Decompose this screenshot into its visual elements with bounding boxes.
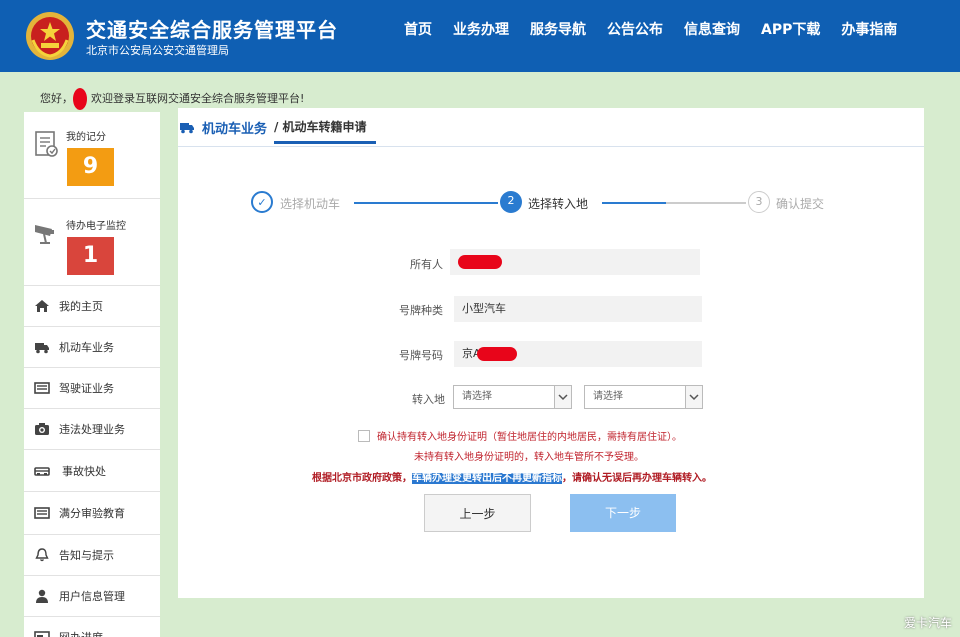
main-nav: 首页 业务办理 服务导航 公告公布 信息查询 APP下载 办事指南 bbox=[404, 19, 897, 39]
sidebar-item-license[interactable]: 驾驶证业务 bbox=[24, 368, 160, 409]
site-subtitle: 北京市公安局公安交通管理局 bbox=[86, 44, 229, 57]
redacted-plate-number bbox=[476, 347, 517, 361]
sidebar-item-notice[interactable]: 告知与提示 bbox=[24, 535, 160, 576]
chevron-down-icon bbox=[554, 386, 571, 408]
score-document-icon bbox=[35, 131, 58, 157]
step-3-number: 3 bbox=[748, 191, 770, 213]
sidebar-item-vehicle[interactable]: 机动车业务 bbox=[24, 327, 160, 368]
watermark-text: 爱卡汽车 bbox=[903, 616, 952, 630]
chevron-down-icon bbox=[685, 386, 702, 408]
sidebar-item-label: 告知与提示 bbox=[59, 549, 114, 562]
nav-info-query[interactable]: 信息查询 bbox=[684, 19, 740, 39]
step-3-label: 确认提交 bbox=[776, 197, 825, 211]
step-line-1 bbox=[354, 202, 498, 204]
destination-label: 转入地 bbox=[412, 393, 445, 406]
license-card-icon bbox=[34, 382, 50, 394]
police-emblem-icon bbox=[26, 12, 74, 60]
redacted-username bbox=[73, 88, 87, 110]
step-2-number: 2 bbox=[500, 191, 522, 213]
welcome-prefix: 您好， bbox=[40, 92, 73, 105]
warning-text: 未持有转入地身份证明的，转入地车管所不予受理。 bbox=[414, 452, 644, 463]
sidebar-item-accident[interactable]: 事故快处 bbox=[24, 450, 160, 492]
car-crash-icon bbox=[34, 466, 50, 476]
truck-icon bbox=[180, 123, 194, 134]
sidebar-item-label: 违法处理业务 bbox=[59, 423, 125, 436]
step-2-label: 选择转入地 bbox=[528, 197, 589, 211]
sidebar-item-home[interactable]: 我的主页 bbox=[24, 286, 160, 327]
destination-city-select[interactable]: 请选择 bbox=[584, 385, 703, 409]
welcome-message: 您好， 欢迎登录互联网交通安全综合服务管理平台! bbox=[40, 88, 304, 110]
owner-label: 所有人 bbox=[410, 258, 443, 271]
destination-province-select[interactable]: 请选择 bbox=[453, 385, 572, 409]
monitor-value: 1 bbox=[67, 237, 114, 275]
monitor-card[interactable]: 待办电子监控 1 bbox=[24, 199, 160, 286]
sidebar-item-label: 驾驶证业务 bbox=[59, 382, 114, 395]
sidebar-item-label: 网办进度 bbox=[59, 629, 103, 637]
sidebar-item-progress[interactable]: 网办进度 bbox=[24, 617, 160, 637]
sidebar-item-label: 我的主页 bbox=[59, 300, 103, 313]
nav-business[interactable]: 业务办理 bbox=[453, 19, 509, 39]
breadcrumb: 机动车业务 / 机动车转籍申请 bbox=[178, 108, 924, 147]
select-placeholder: 请选择 bbox=[593, 391, 623, 402]
sidebar-item-label: 事故快处 bbox=[62, 464, 106, 478]
nav-guide[interactable]: 办事指南 bbox=[841, 19, 897, 39]
sidebar-item-violation[interactable]: 违法处理业务 bbox=[24, 409, 160, 450]
prev-step-button[interactable]: 上一步 bbox=[424, 494, 531, 532]
surveillance-camera-icon bbox=[35, 225, 54, 244]
confirm-text: 确认持有转入地身份证明（暂住地居住的内地居民，需持有居住证）。 bbox=[377, 432, 682, 443]
progress-icon bbox=[34, 631, 50, 637]
owner-field bbox=[450, 249, 700, 275]
nav-home[interactable]: 首页 bbox=[404, 19, 432, 39]
policy-highlight: 车辆办理变更转出后不再更新指标 bbox=[412, 473, 562, 484]
redacted-owner-name bbox=[458, 255, 502, 269]
step-line-2 bbox=[602, 202, 666, 204]
plate-number-label: 号牌号码 bbox=[399, 349, 443, 362]
next-step-button[interactable]: 下一步 bbox=[570, 494, 676, 532]
user-icon bbox=[36, 589, 48, 603]
home-icon bbox=[35, 300, 49, 312]
breadcrumb-underline bbox=[274, 141, 376, 144]
sidebar-item-label: 满分审验教育 bbox=[59, 507, 125, 520]
main-panel: 机动车业务 / 机动车转籍申请 ✓ 选择机动车 2 选择转入地 3 确认提交 所… bbox=[178, 108, 924, 598]
sidebar-item-education[interactable]: 满分审验教育 bbox=[24, 492, 160, 535]
step-1-label: 选择机动车 bbox=[280, 197, 341, 211]
policy-suffix: ，请确认无误后再办理车辆转入。 bbox=[562, 473, 712, 484]
nav-app-download[interactable]: APP下载 bbox=[761, 19, 820, 39]
breadcrumb-page: / 机动车转籍申请 bbox=[274, 120, 367, 134]
site-title: 交通安全综合服务管理平台 bbox=[86, 18, 338, 42]
monitor-label: 待办电子监控 bbox=[66, 221, 126, 232]
plate-type-field: 小型汽车 bbox=[454, 296, 702, 322]
site-header: 交通安全综合服务管理平台 北京市公安局公安交通管理局 首页 业务办理 服务导航 … bbox=[0, 0, 960, 72]
nav-service-guide[interactable]: 服务导航 bbox=[530, 19, 586, 39]
score-card[interactable]: 我的记分 9 bbox=[24, 112, 160, 199]
sidebar: 我的记分 9 待办电子监控 1 我的主页 机动车业务 驾驶证业务 违法处理业务 … bbox=[24, 112, 160, 637]
book-icon bbox=[34, 507, 50, 519]
confirm-checkbox[interactable] bbox=[358, 430, 370, 442]
bell-icon bbox=[35, 548, 49, 562]
policy-text: 根据北京市政府政策，车辆办理变更转出后不再更新指标，请确认无误后再办理车辆转入。 bbox=[312, 469, 712, 484]
camera-icon bbox=[35, 423, 49, 435]
sidebar-item-label: 用户信息管理 bbox=[59, 590, 125, 603]
step-1-check-icon: ✓ bbox=[251, 191, 273, 213]
score-label: 我的记分 bbox=[66, 132, 106, 143]
truck-icon bbox=[35, 343, 49, 354]
breadcrumb-section[interactable]: 机动车业务 bbox=[202, 118, 267, 137]
welcome-text: 欢迎登录互联网交通安全综合服务管理平台! bbox=[91, 92, 305, 105]
select-placeholder: 请选择 bbox=[462, 391, 492, 402]
plate-type-label: 号牌种类 bbox=[399, 304, 443, 317]
sidebar-item-label: 机动车业务 bbox=[59, 341, 114, 354]
score-value: 9 bbox=[67, 148, 114, 186]
plate-number-field: 京A bbox=[454, 341, 702, 367]
policy-prefix: 根据北京市政府政策， bbox=[312, 473, 412, 484]
sidebar-item-user-info[interactable]: 用户信息管理 bbox=[24, 576, 160, 617]
nav-announcements[interactable]: 公告公布 bbox=[607, 19, 663, 39]
step-line-3 bbox=[666, 202, 746, 204]
